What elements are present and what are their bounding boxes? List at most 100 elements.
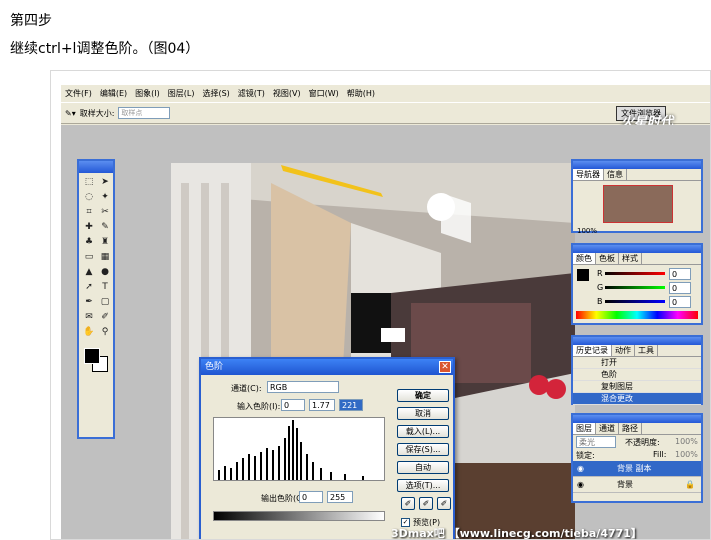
- g-slider[interactable]: [605, 286, 665, 289]
- type-icon[interactable]: T: [98, 281, 112, 294]
- gray-eyedropper-icon[interactable]: ✐: [419, 497, 433, 510]
- close-icon[interactable]: ✕: [439, 361, 451, 373]
- tab-swatches[interactable]: 色板: [596, 253, 619, 264]
- load-button[interactable]: 载入(L)...: [397, 425, 449, 438]
- b-value[interactable]: 0: [669, 296, 691, 308]
- input-white-field[interactable]: 221: [339, 399, 363, 411]
- layer-row[interactable]: ◉ 背景 🔒: [573, 477, 701, 493]
- menu-view[interactable]: 视图(V): [273, 88, 301, 99]
- fill-value[interactable]: 100%: [675, 450, 698, 459]
- black-eyedropper-icon[interactable]: ✐: [401, 497, 415, 510]
- tab-layers[interactable]: 图层: [573, 423, 596, 434]
- input-black-field[interactable]: 0: [281, 399, 305, 411]
- layers-titlebar[interactable]: [573, 415, 701, 423]
- zoom-icon[interactable]: ⚲: [98, 326, 112, 339]
- cancel-button[interactable]: 取消: [397, 407, 449, 420]
- auto-button[interactable]: 自动: [397, 461, 449, 474]
- history-titlebar[interactable]: [573, 337, 701, 345]
- color-titlebar[interactable]: [573, 245, 701, 253]
- eye-icon[interactable]: ◉: [577, 477, 584, 493]
- healing-brush-icon[interactable]: ✚: [82, 221, 96, 234]
- g-value[interactable]: 0: [669, 282, 691, 294]
- levels-titlebar[interactable]: 色阶 ✕: [201, 359, 453, 375]
- notes-icon[interactable]: ✉: [82, 311, 96, 324]
- menu-edit[interactable]: 编辑(E): [100, 88, 127, 99]
- history-item-selected[interactable]: 混合更改: [573, 393, 701, 405]
- tab-navigator[interactable]: 导航器: [573, 169, 604, 180]
- r-value[interactable]: 0: [669, 268, 691, 280]
- navigator-thumbnail[interactable]: [603, 185, 673, 223]
- instruction-text: 继续ctrl+l调整色阶。（图04）: [10, 41, 200, 57]
- output-black-field[interactable]: 0: [299, 491, 323, 503]
- options-button[interactable]: 选项(T)...: [397, 479, 449, 492]
- tab-history[interactable]: 历史记录: [573, 345, 612, 356]
- input-gamma-field[interactable]: 1.77: [309, 399, 335, 411]
- menu-help[interactable]: 帮助(H): [347, 88, 375, 99]
- menu-file[interactable]: 文件(F): [65, 88, 92, 99]
- r-slider[interactable]: [605, 272, 665, 275]
- tab-styles[interactable]: 样式: [619, 253, 642, 264]
- menu-window[interactable]: 窗口(W): [309, 88, 339, 99]
- color-ramp[interactable]: [576, 311, 698, 319]
- tab-tools[interactable]: 工具: [635, 345, 658, 356]
- output-gradient-slider[interactable]: [213, 511, 385, 521]
- tab-channels[interactable]: 通道: [596, 423, 619, 434]
- eye-icon[interactable]: ◉: [577, 461, 584, 477]
- lasso-icon[interactable]: ◌: [82, 191, 96, 204]
- layer-row[interactable]: ◉ 背景 副本: [573, 461, 701, 477]
- tab-info[interactable]: 信息: [604, 169, 627, 180]
- blend-mode-select[interactable]: 柔光: [576, 436, 616, 448]
- pen-icon[interactable]: ✒: [82, 296, 96, 309]
- brush-icon[interactable]: ✎: [98, 221, 112, 234]
- crop-icon[interactable]: ⌗: [82, 206, 96, 219]
- marquee-icon[interactable]: ⬚: [82, 176, 96, 189]
- tools-grid: ⬚ ➤ ◌ ✦ ⌗ ✂ ✚ ✎ ♣ ♜ ▭ ▦ ▲ ● ➚ T ✒ ▢ ✉ ✐: [79, 173, 113, 342]
- shape-icon[interactable]: ▢: [98, 296, 112, 309]
- r-label: R: [597, 269, 603, 278]
- blur-icon[interactable]: ▲: [82, 266, 96, 279]
- step-title: 第四步: [10, 13, 52, 29]
- gradient-icon[interactable]: ▦: [98, 251, 112, 264]
- stamp-icon[interactable]: ♣: [82, 236, 96, 249]
- menu-filter[interactable]: 滤镜(T): [238, 88, 265, 99]
- dodge-icon[interactable]: ●: [98, 266, 112, 279]
- ok-button[interactable]: 确定: [397, 389, 449, 402]
- histogram: [213, 417, 385, 481]
- history-item[interactable]: 复制图层: [573, 381, 701, 393]
- white-eyedropper-icon[interactable]: ✐: [437, 497, 451, 510]
- watermark: 3Dmax吧 【www.linecg.com/tieba/4771】: [391, 527, 642, 540]
- navigator-titlebar[interactable]: [573, 161, 701, 169]
- save-button[interactable]: 保存(S)...: [397, 443, 449, 456]
- output-white-field[interactable]: 255: [327, 491, 353, 503]
- history-brush-icon[interactable]: ♜: [98, 236, 112, 249]
- sample-size-label: 取样大小:: [79, 108, 115, 118]
- tab-paths[interactable]: 路径: [619, 423, 642, 434]
- hand-icon[interactable]: ✋: [82, 326, 96, 339]
- eyedropper-tool-icon[interactable]: ✐: [98, 311, 112, 324]
- slice-icon[interactable]: ✂: [98, 206, 112, 219]
- history-item[interactable]: 打开: [573, 357, 701, 369]
- foreground-color[interactable]: [84, 348, 100, 364]
- menu-select[interactable]: 选择(S): [202, 88, 229, 99]
- lock-label: 锁定:: [576, 451, 595, 460]
- menu-layer[interactable]: 图层(L): [168, 88, 195, 99]
- magic-wand-icon[interactable]: ✦: [98, 191, 112, 204]
- history-item[interactable]: 色阶: [573, 369, 701, 381]
- b-slider[interactable]: [605, 300, 665, 303]
- tab-color[interactable]: 颜色: [573, 253, 596, 264]
- eyedropper-icon[interactable]: ✎▾: [65, 109, 76, 118]
- sample-size-select[interactable]: 取样点: [118, 107, 171, 119]
- color-fg-swatch[interactable]: [577, 269, 589, 281]
- opacity-value[interactable]: 100%: [675, 437, 698, 446]
- move-icon[interactable]: ➤: [98, 176, 112, 189]
- path-select-icon[interactable]: ➚: [82, 281, 96, 294]
- toolbox-titlebar[interactable]: [79, 161, 113, 173]
- tab-actions[interactable]: 动作: [612, 345, 635, 356]
- color-swatches[interactable]: [82, 346, 110, 374]
- color-panel: 颜色 色板 样式 R 0 G 0 B 0: [571, 243, 703, 325]
- menu-image[interactable]: 图象(I): [135, 88, 160, 99]
- eraser-icon[interactable]: ▭: [82, 251, 96, 264]
- photoshop-window: 文件(F) 编辑(E) 图象(I) 图层(L) 选择(S) 滤镜(T) 视图(V…: [61, 85, 710, 540]
- channel-select[interactable]: RGB: [267, 381, 339, 393]
- navigator-zoom[interactable]: 100%: [573, 227, 701, 235]
